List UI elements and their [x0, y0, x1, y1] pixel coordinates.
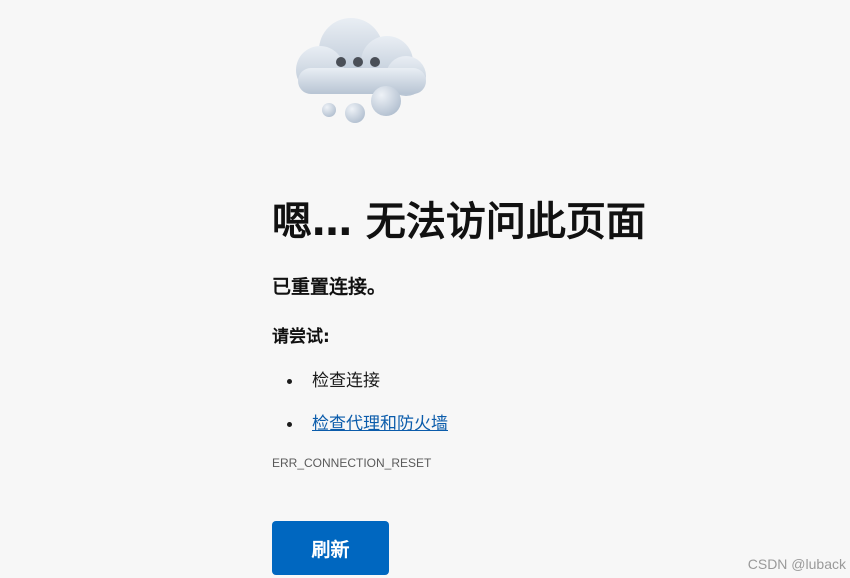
error-subtitle: 已重置连接。 — [272, 276, 387, 298]
suggestion-check-connection: 检查连接 — [272, 368, 832, 394]
try-label: 请尝试: — [272, 327, 330, 347]
watermark: CSDN @luback — [747, 556, 846, 572]
refresh-button[interactable]: 刷新 — [272, 521, 389, 575]
error-content: 嗯… 无法访问此页面 已重置连接。 请尝试: 检查连接 检查代理和防火墙 ERR… — [272, 192, 832, 575]
suggestion-check-proxy-firewall: 检查代理和防火墙 — [272, 411, 832, 437]
page-title: 嗯… 无法访问此页面 — [272, 199, 646, 245]
suggestion-text: 检查连接 — [312, 371, 380, 391]
cloud-dots-icon — [296, 18, 426, 123]
error-page: 嗯… 无法访问此页面 已重置连接。 请尝试: 检查连接 检查代理和防火墙 ERR… — [0, 0, 850, 578]
bullet-icon — [287, 379, 292, 384]
error-code: ERR_CONNECTION_RESET — [272, 456, 432, 470]
suggestions-list: 检查连接 检查代理和防火墙 — [272, 368, 832, 437]
bullet-icon — [287, 422, 292, 427]
proxy-firewall-link[interactable]: 检查代理和防火墙 — [312, 414, 448, 434]
